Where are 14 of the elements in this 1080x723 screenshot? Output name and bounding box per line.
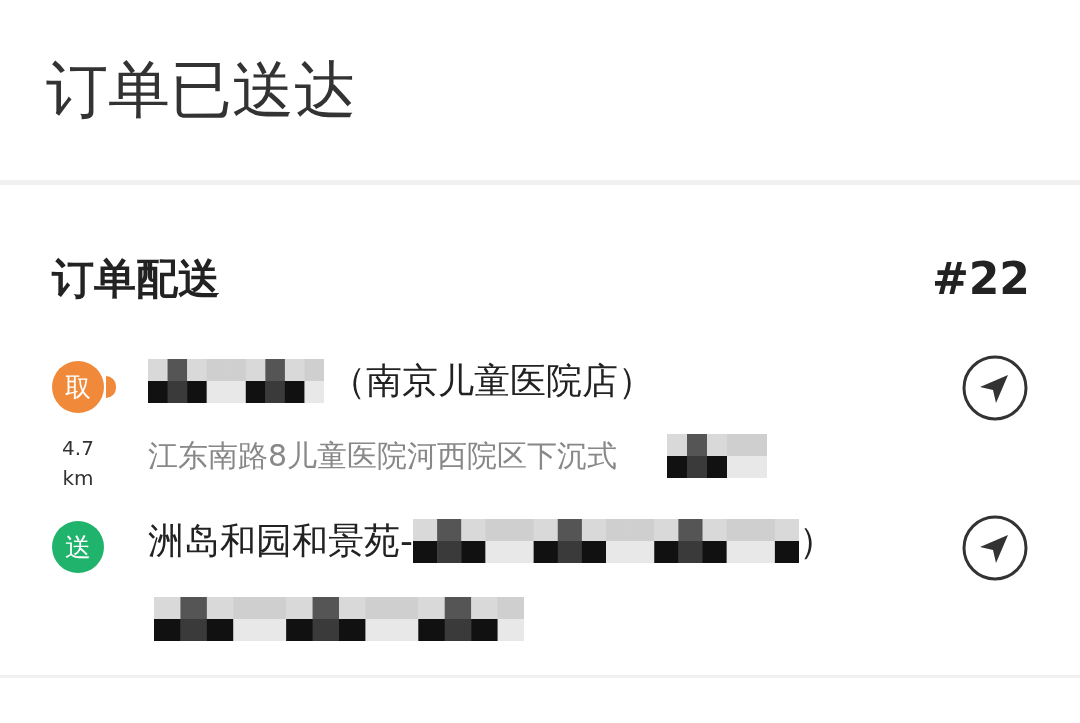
navigation-icon[interactable] xyxy=(962,355,1028,421)
tag-icon xyxy=(106,376,116,398)
distance-value: 4.7 xyxy=(62,435,94,462)
section-title: 订单配送 xyxy=(52,258,220,300)
delivery-name: 洲岛和园和景苑- xyxy=(148,519,413,563)
closing-paren: ） xyxy=(799,519,835,563)
order-number: #22 xyxy=(931,257,1030,301)
store-name: （南京儿童医院店） xyxy=(330,359,654,403)
distance-unit: km xyxy=(62,465,94,492)
stop-badge: 送 xyxy=(52,521,104,573)
page-title: 订单已送达 xyxy=(46,59,356,121)
stop-badge: 取 xyxy=(52,361,104,413)
navigation-icon[interactable] xyxy=(962,515,1028,581)
pickup-address: 江东南路8儿童医院河西院区下沉式 xyxy=(148,437,618,475)
